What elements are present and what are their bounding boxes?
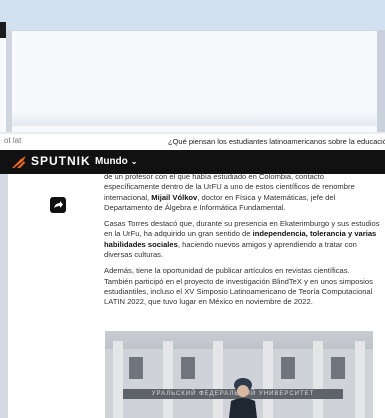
background-window <box>0 0 385 132</box>
background-scrollbar[interactable] <box>377 30 385 132</box>
share-icon <box>54 201 63 208</box>
browser-tab-bar: ot lat ¿Qué piensan los estudiantes lati… <box>0 134 385 151</box>
background-window-content <box>12 112 377 126</box>
section-label: Mundo <box>95 156 128 167</box>
browser-window: ot lat ¿Qué piensan los estudiantes lati… <box>0 134 385 418</box>
tab-title[interactable]: ¿Qué piensan los estudiantes latinoameri… <box>168 137 385 146</box>
background-window-titlebar <box>0 0 385 31</box>
share-button[interactable] <box>50 197 66 213</box>
article-photo[interactable]: УРАЛЬСКИЙ ФЕДЕРАЛЬНЫЙ УНИВЕРСИТЕТ <box>105 331 373 418</box>
sputnik-logo-icon[interactable] <box>12 156 26 168</box>
section-menu[interactable]: Mundo ⌄ <box>95 156 137 167</box>
article-paragraph-3: Además, tiene la oportunidad de publicar… <box>104 266 373 307</box>
article-body: de un profesor con el que había estudiad… <box>104 172 380 314</box>
side-tab-label[interactable]: ot lat <box>4 136 21 145</box>
article-paragraph-1: de un profesor con el que había estudiad… <box>104 172 355 212</box>
person-figure <box>229 378 257 418</box>
site-logo[interactable]: SPUTNIK <box>31 154 91 168</box>
article-paragraph-2: Casas Torres destacó que, durante su pre… <box>104 219 380 260</box>
scientist-name: Mijaíl Vólkov <box>151 192 198 202</box>
page-left-rail <box>0 174 8 418</box>
chevron-down-icon: ⌄ <box>130 157 138 166</box>
site-header: SPUTNIK Mundo ⌄ <box>0 150 385 174</box>
